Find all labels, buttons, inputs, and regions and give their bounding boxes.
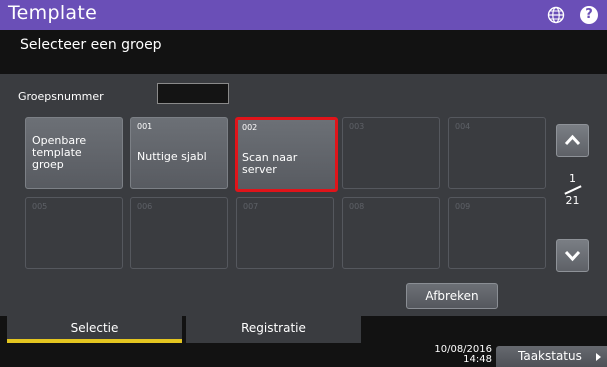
tile-group-006[interactable]: 006: [130, 197, 228, 269]
help-icon[interactable]: ?: [580, 6, 598, 24]
tile-number: 001: [137, 122, 153, 131]
tile-number: 007: [243, 202, 259, 211]
title-bar: Template ?: [0, 0, 607, 30]
tile-public-template-group[interactable]: Openbare template groep: [25, 117, 123, 189]
tile-number: 003: [349, 122, 365, 131]
page-total: 21: [565, 194, 580, 207]
main-panel: Groepsnummer Openbare template groep 001…: [0, 74, 607, 316]
tile-number: 005: [32, 202, 48, 211]
globe-icon[interactable]: [547, 6, 565, 24]
job-status-button[interactable]: Taakstatus: [496, 346, 607, 367]
group-number-input[interactable]: [157, 83, 229, 104]
job-status-label: Taakstatus: [518, 349, 582, 363]
tile-group-008[interactable]: 008: [342, 197, 440, 269]
datetime: 10/08/2016 14:48: [422, 345, 492, 365]
tile-label: Scan naar server: [242, 151, 298, 176]
page-up-button[interactable]: [556, 124, 589, 157]
group-number-label: Groepsnummer: [18, 90, 104, 103]
tab-selectie[interactable]: Selectie: [7, 316, 182, 343]
tile-group-009[interactable]: 009: [448, 197, 546, 269]
tile-number: 006: [137, 202, 153, 211]
tile-group-001[interactable]: 001 Nuttige sjabl: [130, 117, 228, 189]
tile-group-007[interactable]: 007: [236, 197, 334, 269]
tab-registratie[interactable]: Registratie: [186, 316, 361, 343]
page-indicator: 1 21: [556, 172, 589, 207]
chevron-down-icon: [564, 250, 581, 262]
tile-number: 002: [242, 123, 258, 132]
tab-bar: Selectie Registratie: [0, 316, 607, 343]
tile-group-004[interactable]: 004: [448, 117, 546, 189]
page-title: Template: [8, 2, 98, 24]
subheader: Selecteer een groep: [0, 30, 607, 74]
status-bar: 10/08/2016 14:48 Taakstatus: [0, 343, 607, 367]
chevron-up-icon: [564, 134, 581, 146]
instruction-text: Selecteer een groep: [20, 37, 162, 53]
status-time: 14:48: [463, 354, 492, 365]
tile-group-003[interactable]: 003: [342, 117, 440, 189]
tile-number: 009: [455, 202, 471, 211]
cancel-button[interactable]: Afbreken: [406, 283, 498, 309]
tile-number: 004: [455, 122, 471, 131]
tile-label: Nuttige sjabl: [137, 150, 207, 163]
tile-label-line: groep: [32, 158, 64, 171]
tile-group-005[interactable]: 005: [25, 197, 123, 269]
tile-number: 008: [349, 202, 365, 211]
page-down-button[interactable]: [556, 239, 589, 272]
triangle-right-icon: [596, 353, 601, 361]
tile-group-002[interactable]: 002 Scan naar server: [235, 117, 338, 192]
page-current: 1: [569, 172, 576, 185]
